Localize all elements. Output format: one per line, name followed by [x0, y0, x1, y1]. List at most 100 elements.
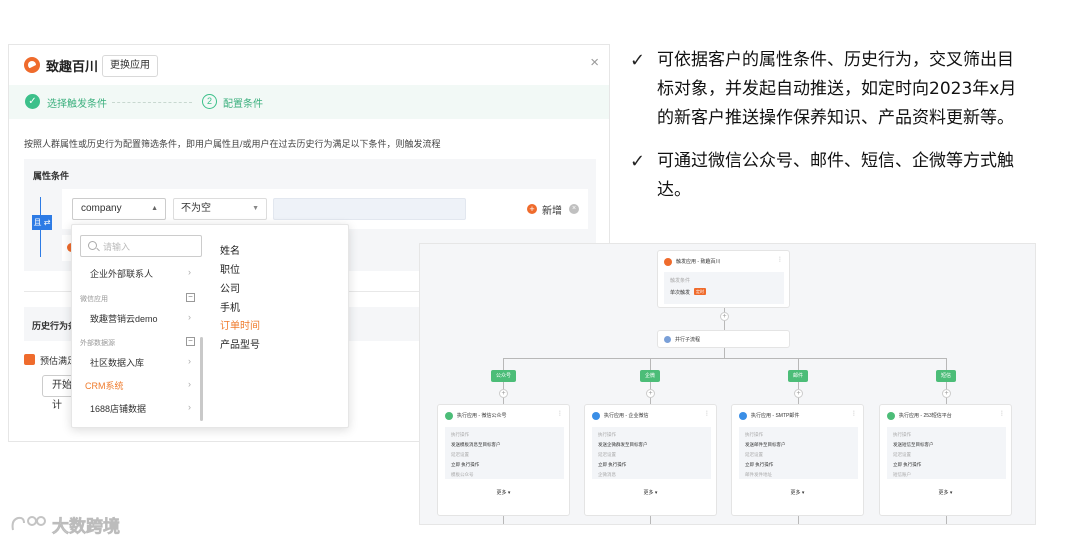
bullet-1-line: 标对象，并发起自动推送，如定时向2023年x月: [657, 79, 1017, 99]
app-title: 致趣百川: [46, 59, 99, 74]
action-line: 立即 执行操作: [598, 462, 627, 467]
caret-up-icon: ▲: [151, 205, 158, 212]
more-button[interactable]: 更多 ▾: [732, 489, 863, 496]
wechat-icon: [445, 412, 453, 420]
action-line: 短信账户: [893, 472, 911, 477]
trigger-value: 单次触发: [670, 290, 691, 296]
check-icon: ✓: [630, 50, 646, 71]
action-node-wecom[interactable]: 执行应用 - 企业微信 ⋮ 执行操作 发送企微群发至目标客户 延迟设置 立即 执…: [584, 404, 717, 516]
dropdown-scrollbar[interactable]: [200, 337, 203, 421]
add-node-plus-icon[interactable]: +: [646, 389, 655, 398]
more-button[interactable]: 更多 ▾: [438, 489, 569, 496]
more-vertical-icon[interactable]: ⋮: [851, 410, 857, 417]
switch-app-button[interactable]: 更换应用: [102, 55, 158, 77]
add-circle-icon[interactable]: +: [527, 204, 537, 214]
parallel-subflow-node[interactable]: 并行子流程: [657, 330, 790, 348]
action-line: 延迟设置: [598, 452, 616, 457]
source-item-community[interactable]: 社区数据入库: [90, 356, 144, 369]
action-line: 模板公众号: [451, 472, 474, 477]
estimate-icon: [24, 354, 35, 365]
step-1-label[interactable]: 选择触发条件: [47, 95, 107, 110]
add-node-plus-icon[interactable]: +: [794, 389, 803, 398]
sms-icon: [887, 412, 895, 420]
wecom-icon: [592, 412, 600, 420]
action-line: 发送企微群发至目标客户: [598, 442, 648, 447]
chevron-right-icon: ›: [188, 267, 191, 277]
more-vertical-icon[interactable]: ⋮: [557, 410, 563, 417]
source-item-1688[interactable]: 1688店铺数据: [90, 402, 146, 415]
field-option[interactable]: 手机: [220, 299, 240, 314]
action-line: 执行操作: [598, 432, 616, 437]
action-node-smtp[interactable]: 执行应用 - SMTP邮件 ⋮ 执行操作 发送邮件至目标客户 延迟设置 立即 执…: [731, 404, 864, 516]
field-select[interactable]: company ▲: [72, 198, 166, 220]
channel-tag[interactable]: 邮件: [788, 370, 809, 382]
action-line: 延迟设置: [745, 452, 763, 457]
action-line: 执行操作: [893, 432, 911, 437]
field-option[interactable]: 职位: [220, 261, 240, 276]
search-icon: [88, 241, 97, 250]
bullet-1-text: 可依据客户的属性条件、历史行为，交叉筛出目 标对象，并发起自动推送，如定时向20…: [657, 46, 1016, 133]
bullet-2-text: 可通过微信公众号、邮件、短信、企微等方式触 达。: [657, 147, 1014, 205]
source-item-zhiqu-demo[interactable]: 致趣营销云demo: [90, 312, 158, 325]
dropdown-search-placeholder: 请输入: [103, 242, 131, 252]
field-option[interactable]: 公司: [220, 280, 240, 295]
close-icon[interactable]: ×: [590, 55, 599, 71]
action-line: 发送模板消息至目标客户: [451, 442, 501, 447]
more-vertical-icon[interactable]: ⋮: [777, 256, 783, 263]
connector-line: [798, 516, 799, 524]
condition-value-input[interactable]: [273, 198, 466, 220]
and-toggle-tag[interactable]: 且 ⇄: [32, 215, 52, 230]
step-connector: [112, 102, 192, 103]
source-item-crm[interactable]: CRM系统: [85, 379, 124, 392]
field-option[interactable]: 姓名: [220, 242, 240, 257]
step-done-check-icon: ✓: [25, 94, 40, 109]
remove-circle-icon[interactable]: ×: [569, 204, 579, 214]
parallel-icon: [664, 336, 671, 343]
more-vertical-icon[interactable]: ⋮: [999, 410, 1005, 417]
add-node-plus-icon[interactable]: +: [942, 389, 951, 398]
bullet-1-line: 的新客户推送操作保养知识、产品资料更新等。: [657, 108, 1014, 128]
chevron-right-icon: ›: [188, 356, 191, 366]
action-node-wechat[interactable]: 执行应用 - 微信公众号 ⋮ 执行操作 发送模板消息至目标客户 延迟设置 立即 …: [437, 404, 570, 516]
action-line: 立即 执行操作: [745, 462, 774, 467]
channel-tag[interactable]: 企微: [640, 370, 661, 382]
action-line: 立即 执行操作: [893, 462, 922, 467]
connector-line: [946, 516, 947, 524]
watermark-logo-icon: [11, 516, 46, 531]
add-node-plus-icon[interactable]: +: [720, 312, 729, 321]
attribute-conditions-title: 属性条件: [33, 171, 70, 181]
group-label-wechat: 微信应用: [80, 296, 108, 303]
trigger-node[interactable]: 触发应用 - 致趣百川 ⋮ 触发条件 单次触发 定时: [657, 250, 790, 308]
connector-line: [724, 348, 725, 358]
dialog-header: 致趣百川 更换应用 ×: [9, 45, 609, 85]
group-label-external: 外部数据源: [80, 340, 115, 347]
action-line: 延迟设置: [451, 452, 469, 457]
channel-tag[interactable]: 短信: [936, 370, 957, 382]
source-item-enterprise-contacts[interactable]: 企业外部联系人: [90, 267, 153, 280]
add-condition-button[interactable]: 新增: [542, 202, 562, 217]
action-node-sms[interactable]: 执行应用 - 253短信平台 ⋮ 执行操作 发送短信至目标客户 延迟设置 立即 …: [879, 404, 1012, 516]
channel-tag[interactable]: 公众号: [491, 370, 517, 382]
collapse-icon[interactable]: −: [186, 337, 195, 346]
zhiqu-logo-icon: [24, 57, 40, 73]
add-node-plus-icon[interactable]: +: [499, 389, 508, 398]
collapse-icon[interactable]: −: [186, 293, 195, 302]
action-line: 延迟设置: [893, 452, 911, 457]
field-option-active[interactable]: 订单时间: [220, 317, 260, 332]
more-vertical-icon[interactable]: ⋮: [704, 410, 710, 417]
condition-row: company ▲ 不为空 ▼ + 新增 ×: [62, 189, 588, 229]
zhiqu-logo-icon: [664, 258, 672, 266]
trigger-node-body: 触发条件 单次触发 定时: [664, 272, 784, 304]
connector-line: [503, 516, 504, 524]
action-node-body: 执行操作 发送邮件至目标客户 延迟设置 立即 执行操作 邮件发件地址: [739, 427, 858, 479]
field-option[interactable]: 产品型号: [220, 336, 260, 351]
chevron-right-icon: ›: [188, 379, 191, 389]
dropdown-search-input[interactable]: 请输入: [80, 235, 202, 257]
more-button[interactable]: 更多 ▾: [585, 489, 716, 496]
action-node-title: 执行应用 - 企业微信: [604, 413, 649, 419]
operator-select[interactable]: 不为空 ▼: [173, 198, 267, 220]
bullet-1-line: 可依据客户的属性条件、历史行为，交叉筛出目: [657, 50, 1014, 70]
step-2-label[interactable]: 配置条件: [223, 95, 263, 110]
action-node-title: 执行应用 - 253短信平台: [899, 413, 952, 419]
more-button[interactable]: 更多 ▾: [880, 489, 1011, 496]
